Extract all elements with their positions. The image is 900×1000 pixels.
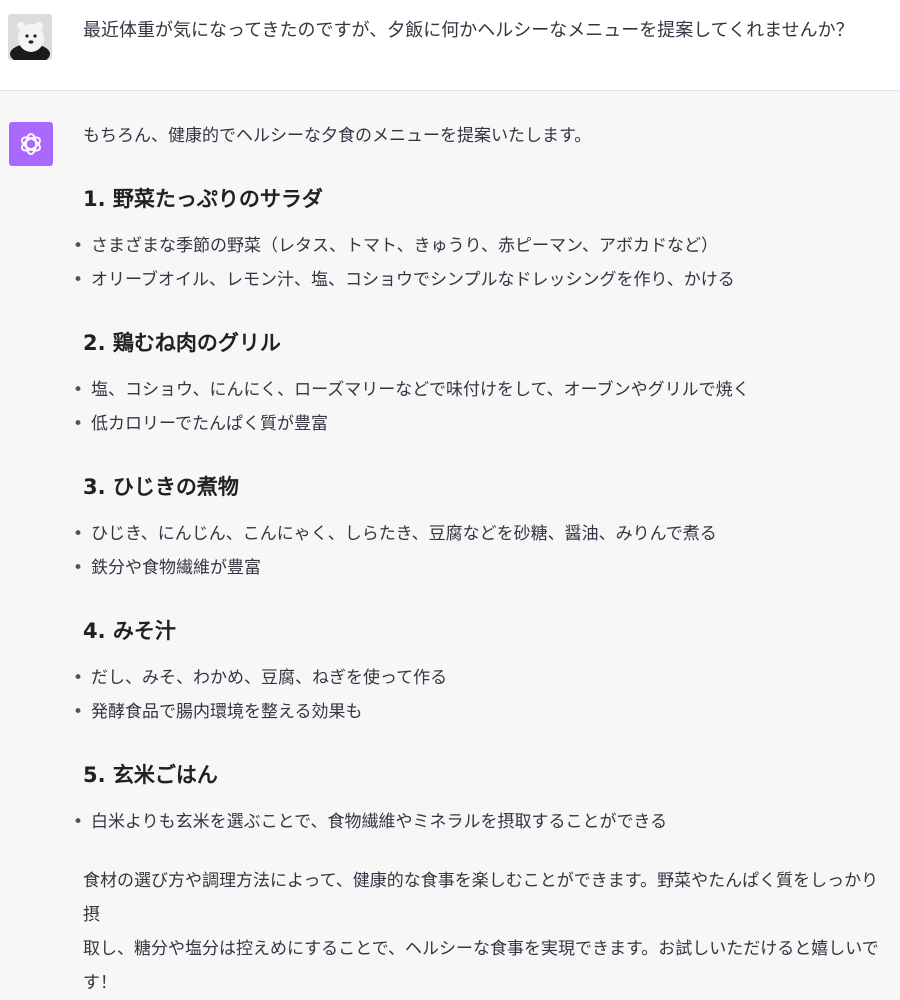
user-avatar-icon [8,14,52,60]
list-item-text: さまざまな季節の野菜（レタス、トマト、きゅうり、赤ピーマン、アボカドなど） [91,236,718,256]
closing-paragraph: 食材の選び方や調理方法によって、健康的な食事を楽しむことができます。野菜やたんぱ… [83,864,891,1000]
section-heading: 4. みそ汁 [83,619,176,643]
assistant-message: もちろん、健康的でヘルシーな夕食のメニューを提案いたします。 1. 野菜たっぷり… [73,124,893,993]
list-item-text: 発酵食品で腸内環境を整える効果も [91,702,363,722]
list-item-text: 鉄分や食物繊維が豊富 [91,558,261,578]
list-item: • 白米よりも玄米を選ぶことで、食物繊維やミネラルを摂取することができる [73,810,667,834]
list-item-text: オリーブオイル、レモン汁、塩、コショウでシンプルなドレッシングを作り、かける [91,270,735,290]
list-item-text: 白米よりも玄米を選ぶことで、食物繊維やミネラルを摂取することができる [91,812,668,832]
user-message-text: 最近体重が気になってきたのですが、夕飯に何かヘルシーなメニューを提案してくれませ… [83,20,854,41]
bullet-dot-icon: • [73,524,84,544]
user-message-row: 最近体重が気になってきたのですが、夕飯に何かヘルシーなメニューを提案してくれませ… [0,0,900,91]
list-item: • 鉄分や食物繊維が豊富 [73,556,261,580]
list-item: • 発酵食品で腸内環境を整える効果も [73,700,363,724]
section-heading: 1. 野菜たっぷりのサラダ [83,187,323,211]
openai-logo-icon [9,122,53,166]
bullet-dot-icon: • [73,380,84,400]
list-item: • さまざまな季節の野菜（レタス、トマト、きゅうり、赤ピーマン、アボカドなど） [73,234,718,258]
bullet-dot-icon: • [73,236,84,256]
closing-line: 取し、糖分や塩分は控えめにすることで、ヘルシーな食事を実現できます。お試しいただ… [83,939,879,993]
list-item: • ひじき、にんじん、こんにゃく、しらたき、豆腐などを砂糖、醤油、みりんで煮る [73,522,717,546]
section-heading: 2. 鶏むね肉のグリル [83,331,281,355]
bullet-dot-icon: • [73,270,84,290]
list-item: • オリーブオイル、レモン汁、塩、コショウでシンプルなドレッシングを作り、かける [73,268,735,292]
bullet-dot-icon: • [73,812,84,832]
closing-line: 食材の選び方や調理方法によって、健康的な食事を楽しむことができます。野菜やたんぱ… [83,871,879,925]
list-item-text: 低カロリーでたんぱく質が豊富 [91,414,328,434]
assistant-intro-text: もちろん、健康的でヘルシーな夕食のメニューを提案いたします。 [83,126,592,146]
list-item-text: 塩、コショウ、にんにく、ローズマリーなどで味付けをして、オーブンやグリルで焼く [91,380,750,400]
list-item: • だし、みそ、わかめ、豆腐、ねぎを使って作る [73,666,447,690]
section-heading: 3. ひじきの煮物 [83,475,239,499]
list-item-text: ひじき、にんじん、こんにゃく、しらたき、豆腐などを砂糖、醤油、みりんで煮る [91,524,717,544]
bullet-dot-icon: • [73,668,84,688]
bullet-dot-icon: • [73,702,84,722]
list-item-text: だし、みそ、わかめ、豆腐、ねぎを使って作る [91,668,448,688]
list-item: • 低カロリーでたんぱく質が豊富 [73,412,328,436]
bullet-dot-icon: • [73,414,84,434]
list-item: • 塩、コショウ、にんにく、ローズマリーなどで味付けをして、オーブンやグリルで焼く [73,378,750,402]
section-heading: 5. 玄米ごはん [83,763,218,787]
bullet-dot-icon: • [73,558,84,578]
